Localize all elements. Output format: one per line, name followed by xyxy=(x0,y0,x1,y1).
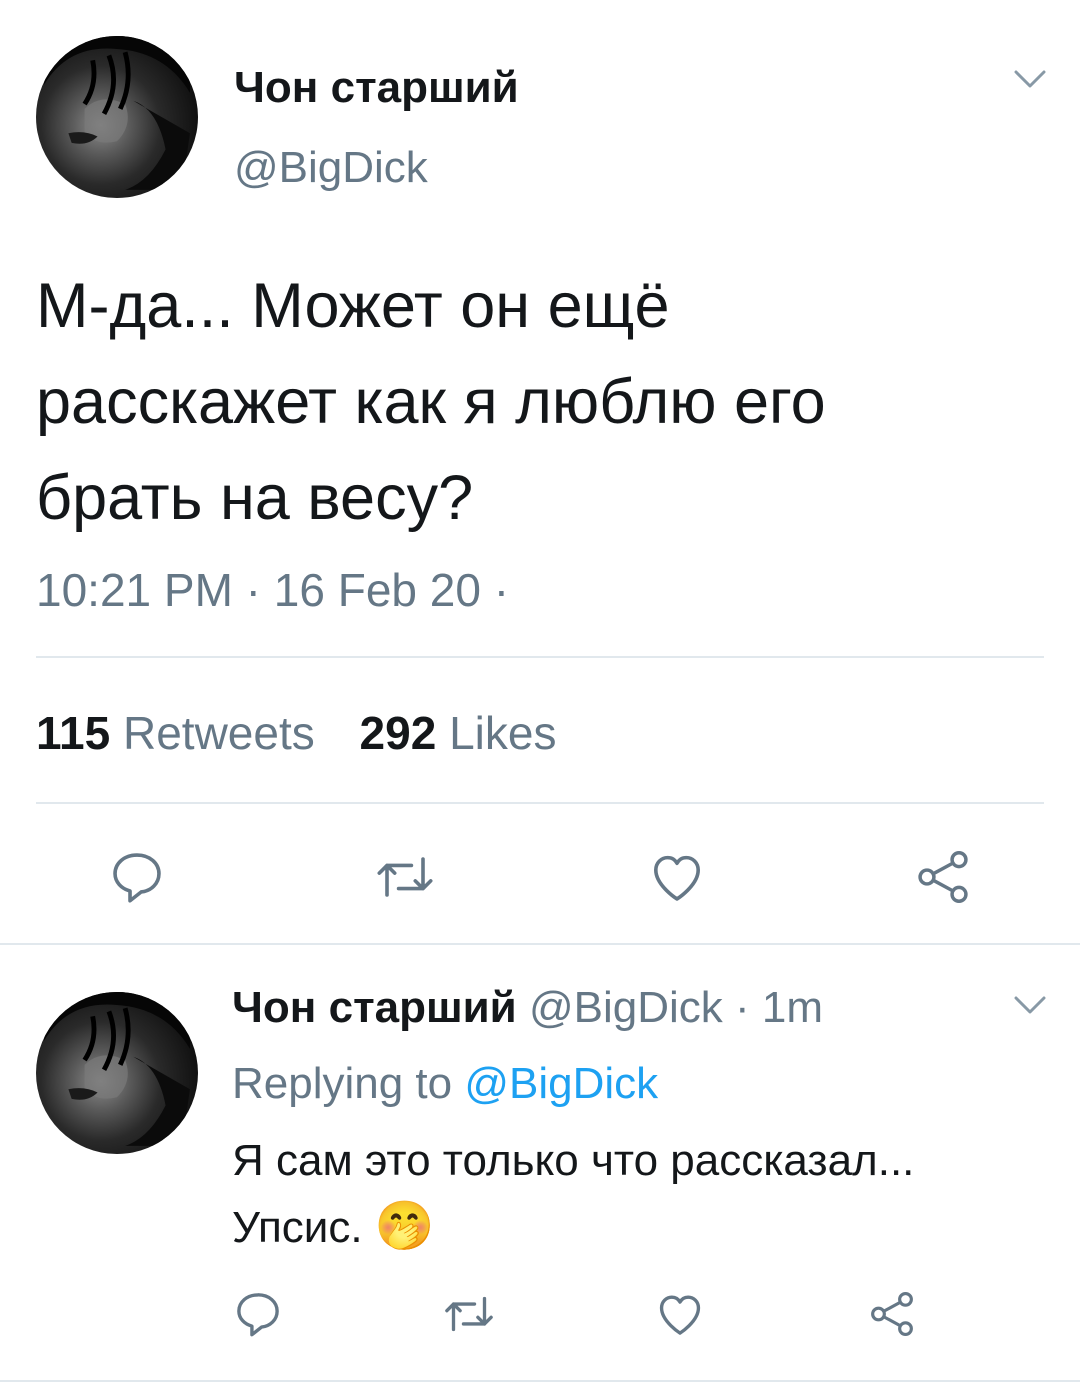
avatar-photo xyxy=(44,992,190,1146)
divider xyxy=(36,656,1044,658)
avatar-photo xyxy=(44,36,190,190)
reply-chevron-down-icon[interactable] xyxy=(1010,990,1050,1020)
divider xyxy=(36,802,1044,804)
reply-text: Я сам это только что рассказал... Упсис.… xyxy=(232,1128,914,1261)
retweet-icon[interactable] xyxy=(436,1284,502,1344)
reply-header: Чон старший @BigDick · 1m xyxy=(232,980,823,1036)
retweets-label: Retweets xyxy=(123,707,315,759)
reply-text-word: Упсис. xyxy=(232,1203,363,1252)
share-icon[interactable] xyxy=(862,1284,922,1344)
heart-icon[interactable] xyxy=(650,1284,710,1344)
heart-icon[interactable] xyxy=(641,842,713,912)
reply-avatar[interactable] xyxy=(36,992,198,1154)
user-handle[interactable]: @BigDick xyxy=(234,142,428,194)
replying-to-prefix: Replying to xyxy=(232,1059,453,1108)
retweet-icon[interactable] xyxy=(365,842,445,912)
tweet-text-line: расскажет как я люблю его xyxy=(36,367,826,437)
replying-to: Replying to @BigDick xyxy=(232,1056,658,1112)
likes-stat[interactable]: 292 Likes xyxy=(360,707,557,759)
reply-text-line2: Упсис. 🤭 xyxy=(232,1194,914,1261)
share-icon[interactable] xyxy=(908,842,978,912)
replying-to-handle[interactable]: @BigDick xyxy=(464,1059,658,1108)
display-name[interactable]: Чон старший xyxy=(234,62,519,114)
likes-label: Likes xyxy=(449,707,557,759)
retweets-count: 115 xyxy=(36,707,111,759)
hand-over-mouth-emoji: 🤭 xyxy=(374,1200,435,1253)
tweet-separator xyxy=(0,943,1080,945)
reply-handle-time[interactable]: @BigDick · 1m xyxy=(529,983,823,1032)
retweets-stat[interactable]: 115 Retweets xyxy=(36,707,328,759)
reply-icon[interactable] xyxy=(102,842,172,912)
reply-display-name[interactable]: Чон старший xyxy=(232,983,517,1032)
reply-text-line: Я сам это только что рассказал... xyxy=(232,1136,915,1185)
tweet-timestamp[interactable]: 10:21 PM · 16 Feb 20 · xyxy=(36,562,509,618)
tweet-stats: 115 Retweets 292 Likes xyxy=(36,705,556,761)
avatar[interactable] xyxy=(36,36,198,198)
reply-icon[interactable] xyxy=(228,1284,288,1344)
tweet-text: М-да... Может он ещё расскажет как я люб… xyxy=(36,258,826,546)
tweet-text-line: брать на весу? xyxy=(36,463,474,533)
chevron-down-icon[interactable] xyxy=(1010,64,1050,94)
tweet-separator xyxy=(0,1380,1080,1382)
likes-count: 292 xyxy=(359,707,437,759)
tweet-text-line: М-да... Может он ещё xyxy=(36,271,670,341)
